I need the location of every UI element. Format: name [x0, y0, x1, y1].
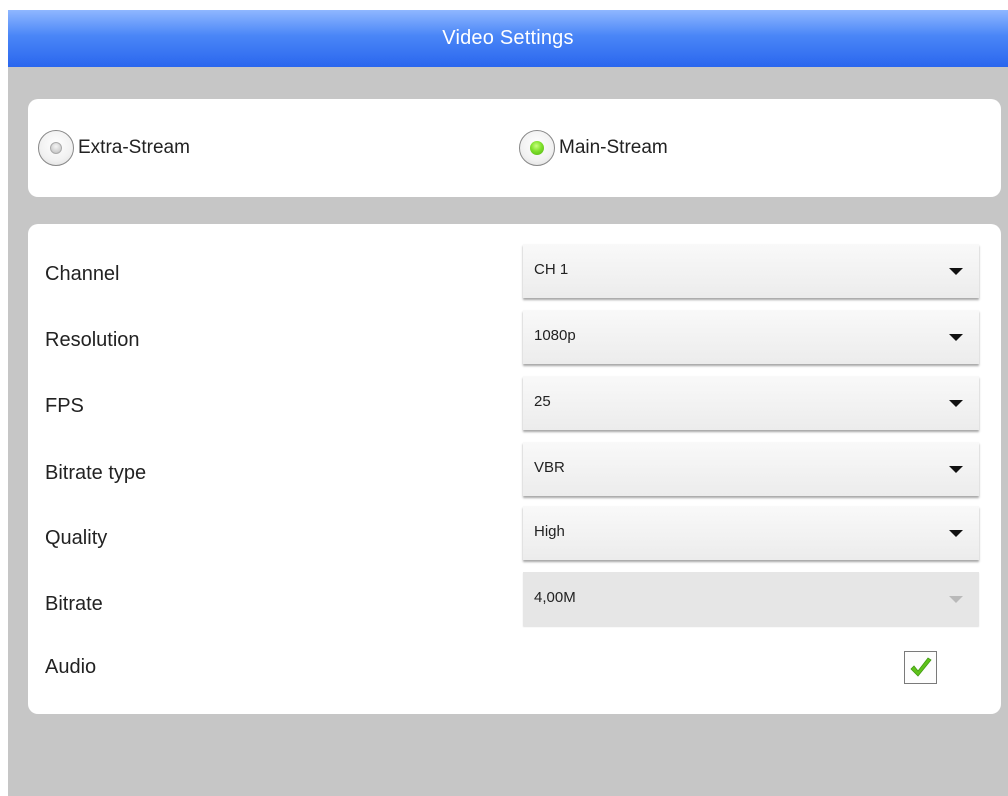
stream-selector-panel: Extra-Stream Main-Stream: [28, 99, 1001, 197]
bitrate-label: Bitrate: [45, 593, 103, 615]
dropdown-arrow-icon: [949, 466, 963, 473]
extra-stream-label: Extra-Stream: [78, 137, 190, 158]
resolution-dropdown[interactable]: 1080p: [523, 310, 979, 364]
audio-checkbox[interactable]: [904, 651, 937, 684]
title-bar: Video Settings: [8, 10, 1008, 67]
quality-label: Quality: [45, 527, 108, 549]
dropdown-arrow-icon: [949, 400, 963, 407]
bitrate-type-value: VBR: [534, 459, 565, 476]
main-stream-radio[interactable]: Main-Stream: [519, 130, 668, 166]
channel-dropdown[interactable]: CH 1: [523, 244, 979, 298]
quality-dropdown[interactable]: High: [523, 506, 979, 560]
bitrate-type-label: Bitrate type: [45, 462, 147, 484]
bitrate-dropdown: 4,00M: [523, 572, 979, 626]
channel-label: Channel: [45, 263, 120, 285]
dropdown-arrow-icon: [949, 334, 963, 341]
audio-label: Audio: [45, 656, 97, 678]
page-title: Video Settings: [442, 27, 574, 49]
resolution-label: Resolution: [45, 329, 140, 351]
dropdown-arrow-disabled-icon: [949, 596, 963, 603]
settings-panel: Channel CH 1 Resolution 1080p FPS 25 Bit…: [28, 224, 1001, 714]
radio-unselected-icon: [38, 130, 74, 166]
radio-selected-icon: [519, 130, 555, 166]
video-settings-screen: Video Settings Extra-Stream Main-Stream …: [8, 10, 1008, 796]
dropdown-arrow-icon: [949, 530, 963, 537]
checkmark-icon: [910, 657, 932, 677]
extra-stream-radio[interactable]: Extra-Stream: [38, 130, 190, 166]
resolution-value: 1080p: [534, 327, 576, 344]
bitrate-value: 4,00M: [534, 589, 576, 606]
channel-value: CH 1: [534, 261, 569, 278]
main-stream-label: Main-Stream: [559, 137, 668, 158]
quality-value: High: [534, 523, 565, 540]
fps-value: 25: [534, 393, 551, 410]
dropdown-arrow-icon: [949, 268, 963, 275]
fps-label: FPS: [45, 395, 84, 417]
bitrate-type-dropdown[interactable]: VBR: [523, 442, 979, 496]
fps-dropdown[interactable]: 25: [523, 376, 979, 430]
